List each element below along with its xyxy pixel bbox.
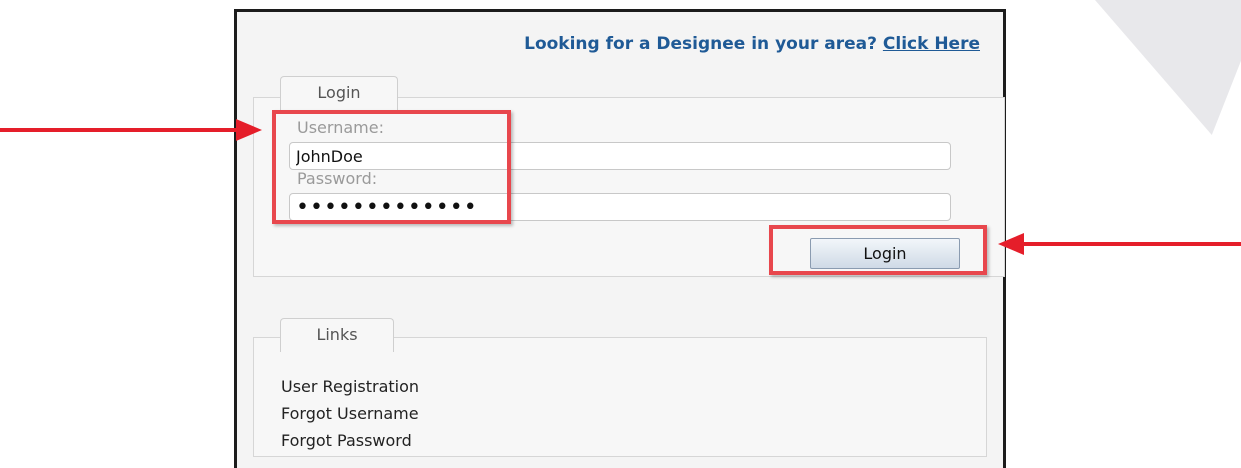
user-registration-link[interactable]: User Registration (281, 377, 419, 396)
login-button-highlight-box (769, 225, 987, 275)
credentials-highlight-box (272, 110, 511, 224)
left-pointing-arrow-icon (998, 233, 1024, 255)
forgot-username-link[interactable]: Forgot Username (281, 404, 419, 423)
links-legend: Links (280, 318, 394, 352)
login-legend: Login (280, 76, 398, 110)
screenshot-canvas: Looking for a Designee in your area? Cli… (0, 0, 1241, 468)
click-here-link[interactable]: Click Here (883, 34, 980, 54)
right-pointing-arrow-icon (236, 119, 262, 141)
designee-prompt: Looking for a Designee in your area? (524, 34, 877, 54)
designee-banner: Looking for a Designee in your area? Cli… (524, 34, 980, 54)
forgot-password-link[interactable]: Forgot Password (281, 431, 412, 450)
right-arrow-shaft (1024, 242, 1241, 246)
left-arrow-shaft (0, 128, 236, 132)
decorative-grey-shape (1095, 0, 1241, 135)
